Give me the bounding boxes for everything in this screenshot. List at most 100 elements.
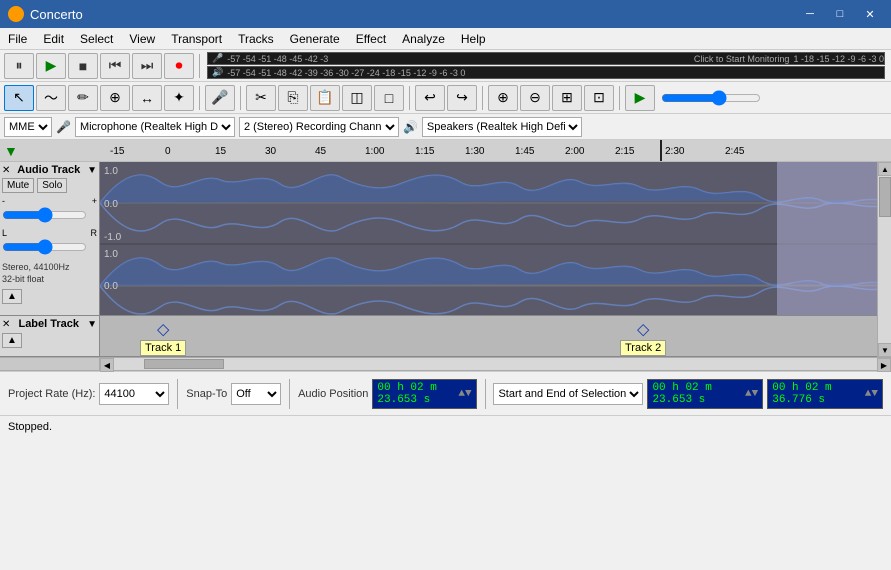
zoom-fit-button[interactable]: ⊞ bbox=[552, 85, 582, 111]
label-collapse-button[interactable]: ▲ bbox=[2, 333, 22, 348]
collapse-button[interactable]: ▲ bbox=[2, 289, 22, 304]
play-green-button[interactable]: ▶ bbox=[625, 85, 655, 111]
draw-tool-button[interactable]: ✏ bbox=[68, 85, 98, 111]
waveform-area[interactable]: 1.0 0.0 -1.0 1.0 0.0 -1.0 bbox=[100, 162, 877, 315]
redo-button[interactable]: ↪ bbox=[447, 85, 477, 111]
project-rate-group: Project Rate (Hz): 44100 bbox=[8, 383, 169, 405]
record-button[interactable]: ⏺ bbox=[164, 53, 194, 79]
hscroll-right-button[interactable]: ▶ bbox=[877, 358, 891, 372]
svg-text:1.0: 1.0 bbox=[104, 166, 118, 177]
menu-item-edit[interactable]: Edit bbox=[35, 28, 72, 50]
tracks-container: ✕ Audio Track ▼ Mute Solo - + L R bbox=[0, 162, 877, 357]
zoom-sel-button[interactable]: ⊡ bbox=[584, 85, 614, 111]
vu-meter-bottom[interactable]: 🔊 -57 -54 -51 -48 -42 -39 -36 -30 -27 -2… bbox=[207, 66, 885, 79]
selection-start-field[interactable]: 00 h 02 m 23.653 s ▲ ▼ bbox=[647, 379, 763, 409]
rewind-button[interactable]: ⏮ bbox=[100, 53, 130, 79]
menu-item-generate[interactable]: Generate bbox=[282, 28, 348, 50]
hscroll-thumb[interactable] bbox=[144, 359, 224, 369]
mic-select[interactable]: Microphone (Realtek High Defini bbox=[75, 117, 235, 137]
trim-button[interactable]: ◫ bbox=[342, 85, 372, 111]
menu-item-select[interactable]: Select bbox=[72, 28, 121, 50]
window-controls: ─ □ ✕ bbox=[797, 4, 883, 24]
hscroll-left-button[interactable]: ◀ bbox=[100, 358, 114, 372]
selection-end-value: 00 h 02 m 36.776 s bbox=[772, 382, 865, 406]
menu-item-view[interactable]: View bbox=[121, 28, 163, 50]
audio-pos-down[interactable]: ▼ bbox=[465, 388, 472, 400]
pan-slider[interactable] bbox=[2, 239, 87, 255]
mic-button[interactable]: 🎤 bbox=[205, 85, 235, 111]
snap-to-select[interactable]: Off bbox=[231, 383, 281, 405]
play-button[interactable]: ▶ bbox=[36, 53, 66, 79]
driver-select[interactable]: MME bbox=[4, 117, 52, 137]
zoom-tool-button[interactable]: ⊕ bbox=[100, 85, 130, 111]
minimize-button[interactable]: ─ bbox=[797, 4, 823, 24]
svg-text:0.0: 0.0 bbox=[104, 281, 118, 292]
scroll-thumb[interactable] bbox=[879, 177, 891, 217]
separator3 bbox=[240, 86, 241, 110]
timeshift-tool-button[interactable]: ↔ bbox=[132, 85, 162, 111]
sel-end-down[interactable]: ▼ bbox=[871, 388, 878, 400]
forward-button[interactable]: ⏭ bbox=[132, 53, 162, 79]
main-track-area: ✕ Audio Track ▼ Mute Solo - + L R bbox=[0, 162, 891, 357]
close-button[interactable]: ✕ bbox=[857, 4, 883, 24]
label-track: ✕ Label Track ▼ ▲ ⬦ Track 1 ⬦ Track 2 bbox=[0, 316, 877, 357]
divider1 bbox=[177, 379, 178, 409]
menu-item-file[interactable]: File bbox=[0, 28, 35, 50]
stop-button[interactable]: ■ bbox=[68, 53, 98, 79]
label-track-area[interactable]: ⬦ Track 1 ⬦ Track 2 bbox=[100, 316, 877, 356]
menu-item-transport[interactable]: Transport bbox=[163, 28, 230, 50]
svg-text:0.0: 0.0 bbox=[104, 199, 118, 210]
speaker-select[interactable]: Speakers (Realtek High Definiti bbox=[422, 117, 582, 137]
cut-button[interactable]: ✂ bbox=[246, 85, 276, 111]
audio-pos-field[interactable]: 00 h 02 m 23.653 s ▲ ▼ bbox=[372, 379, 476, 409]
zoom-out-button[interactable]: ⊖ bbox=[520, 85, 550, 111]
audio-pos-value: 00 h 02 m 23.653 s bbox=[377, 382, 458, 406]
paste-button[interactable]: 📋 bbox=[310, 85, 340, 111]
pause-button[interactable]: ⏸ bbox=[4, 53, 34, 79]
mute-button[interactable]: Mute bbox=[2, 178, 34, 193]
menu-item-analyze[interactable]: Analyze bbox=[394, 28, 453, 50]
maximize-button[interactable]: □ bbox=[827, 4, 853, 24]
sel-start-down[interactable]: ▼ bbox=[752, 388, 759, 400]
label-track2-text: Track 2 bbox=[620, 340, 666, 356]
multitool-button[interactable]: ✦ bbox=[164, 85, 194, 111]
snap-to-group: Snap-To Off bbox=[186, 383, 281, 405]
gain-slider[interactable] bbox=[2, 207, 87, 223]
label-track-menu[interactable]: ▼ bbox=[87, 319, 97, 330]
audio-pos-up[interactable]: ▲ bbox=[458, 388, 465, 400]
menu-item-effect[interactable]: Effect bbox=[348, 28, 394, 50]
horizontal-scrollbar: ◀ ▶ bbox=[0, 357, 891, 371]
channels-select[interactable]: 2 (Stereo) Recording Channels bbox=[239, 117, 399, 137]
selection-group: Start and End of Selection 00 h 02 m 23.… bbox=[493, 379, 883, 409]
copy-button[interactable]: ⎘ bbox=[278, 85, 308, 111]
project-rate-select[interactable]: 44100 bbox=[99, 383, 169, 405]
audio-track-menu[interactable]: ▼ bbox=[87, 165, 97, 176]
sel-end-up[interactable]: ▲ bbox=[865, 388, 872, 400]
zoom-in-button[interactable]: ⊕ bbox=[488, 85, 518, 111]
menu-item-help[interactable]: Help bbox=[453, 28, 494, 50]
click-to-monitor[interactable]: Click to Start Monitoring bbox=[694, 54, 794, 64]
selection-mode-select[interactable]: Start and End of Selection bbox=[493, 383, 643, 405]
envelope-tool-button[interactable]: 〜 bbox=[36, 85, 66, 111]
scroll-down-button[interactable]: ▼ bbox=[878, 343, 891, 357]
undo-button[interactable]: ↩ bbox=[415, 85, 445, 111]
scroll-up-button[interactable]: ▲ bbox=[878, 162, 891, 176]
gain-min: - bbox=[2, 196, 5, 206]
menu-item-tracks[interactable]: Tracks bbox=[230, 28, 282, 50]
audio-track-close[interactable]: ✕ bbox=[2, 165, 10, 176]
vu-meter-top[interactable]: 🎤 -57 -54 -51 -48 -45 -42 -3 Click to St… bbox=[207, 52, 885, 65]
select-tool-button[interactable]: ↖ bbox=[4, 85, 34, 111]
vertical-scrollbar[interactable]: ▲ ▼ bbox=[877, 162, 891, 357]
solo-button[interactable]: Solo bbox=[37, 178, 67, 193]
app-title: Concerto bbox=[30, 7, 797, 22]
track-info: Stereo, 44100Hz32-bit float bbox=[2, 262, 97, 285]
status-text: Stopped. bbox=[8, 421, 52, 433]
playback-slider[interactable] bbox=[661, 90, 761, 106]
sel-start-up[interactable]: ▲ bbox=[745, 388, 752, 400]
statusbar: Stopped. bbox=[0, 415, 891, 437]
tools-toolbar: ↖ 〜 ✏ ⊕ ↔ ✦ 🎤 ✂ ⎘ 📋 ◫ □ ↩ ↪ ⊕ ⊖ ⊞ ⊡ ▶ bbox=[0, 82, 891, 114]
selection-end-field[interactable]: 00 h 02 m 36.776 s ▲ ▼ bbox=[767, 379, 883, 409]
silence-button[interactable]: □ bbox=[374, 85, 404, 111]
audio-pos-label: Audio Position bbox=[298, 388, 368, 400]
label-track-close[interactable]: ✕ bbox=[2, 319, 10, 330]
